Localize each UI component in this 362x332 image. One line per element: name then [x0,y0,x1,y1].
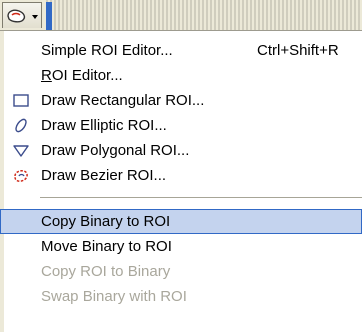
menu-item-label: Draw Rectangular ROI... [41,92,205,109]
menu-item-draw-rectangular-roi[interactable]: Draw Rectangular ROI... [0,88,362,113]
roi-dropdown-menu: Simple ROI Editor... Ctrl+Shift+R ROI Ed… [0,30,362,332]
menu-item-simple-roi-editor[interactable]: Simple ROI Editor... Ctrl+Shift+R [0,38,362,63]
menu-item-draw-bezier-roi[interactable]: Draw Bezier ROI... [0,163,362,188]
menu-item-copy-roi-to-binary[interactable]: Copy ROI to Binary [0,259,362,284]
toolbar-gripper-area [46,0,362,30]
menu-item-roi-editor[interactable]: ROI Editor... [0,63,362,88]
bezier-roi-icon [12,167,30,184]
menu-item-copy-binary-to-roi[interactable]: Copy Binary to ROI [0,209,362,234]
roi-tool-icon [6,7,28,30]
menu-item-draw-polygonal-roi[interactable]: Draw Polygonal ROI... [0,138,362,163]
menu-item-label: Simple ROI Editor... [41,42,173,59]
polygon-roi-icon [12,142,30,159]
menu-item-label: ROI Editor... [41,67,123,84]
roi-dropdown-button[interactable] [2,2,42,28]
menu-item-label: Draw Elliptic ROI... [41,117,167,134]
active-tab-edge [46,2,52,30]
menu-item-move-binary-to-roi[interactable]: Move Binary to ROI [0,234,362,259]
menu-item-label: Swap Binary with ROI [41,288,187,305]
menu-item-label: Move Binary to ROI [41,238,172,255]
chevron-down-icon [32,15,38,19]
ellipse-roi-icon [12,117,30,134]
rectangle-roi-icon [12,92,30,109]
menu-item-label: Draw Polygonal ROI... [41,142,190,159]
menu-separator [40,197,362,198]
mnemonic-letter: R [41,67,52,84]
menu-item-label: Draw Bezier ROI... [41,167,167,184]
menu-item-label: Copy ROI to Binary [41,263,171,280]
menu-item-label-rest: OI Editor... [51,67,123,84]
menu-item-label: Copy Binary to ROI [41,213,171,230]
menu-item-shortcut: Ctrl+Shift+R [257,42,339,59]
toolbar [0,0,362,31]
menu-item-draw-elliptic-roi[interactable]: Draw Elliptic ROI... [0,113,362,138]
menu-item-swap-binary-with-roi[interactable]: Swap Binary with ROI [0,284,362,309]
